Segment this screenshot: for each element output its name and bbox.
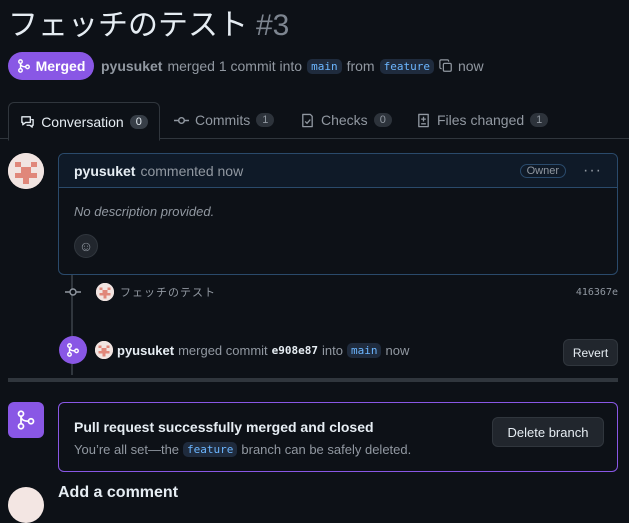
merged-subtitle: You’re all set—the feature branch can be…	[74, 442, 411, 457]
commit-icon	[65, 288, 81, 296]
avatar[interactable]	[96, 283, 114, 301]
head-branch-label[interactable]: feature	[379, 58, 434, 74]
tab-commits-count: 1	[256, 113, 275, 127]
tab-files-changed-label: Files changed	[437, 112, 525, 128]
tab-conversation[interactable]: Conversation 0	[8, 102, 160, 141]
merge-event: pyusuket merged commit e908e87 into main…	[95, 339, 409, 361]
comment-author-link[interactable]: pyusuket	[74, 163, 135, 179]
pr-title-text: フェッチのテスト	[8, 8, 248, 43]
identicon-image	[95, 341, 113, 359]
git-merge-icon	[17, 410, 35, 430]
merged-status-box: Pull request successfully merged and clo…	[58, 402, 618, 472]
merged-status-icon	[8, 402, 44, 438]
merged-title: Pull request successfully merged and clo…	[74, 419, 374, 435]
kebab-menu-icon[interactable]: ···	[583, 162, 602, 180]
pr-time: now	[457, 58, 484, 74]
tab-commits[interactable]: Commits 1	[174, 102, 275, 138]
avatar[interactable]	[8, 153, 44, 189]
revert-button[interactable]: Revert	[563, 339, 618, 366]
merged-status-label: Merged	[35, 58, 86, 74]
copy-icon[interactable]	[439, 59, 453, 73]
merge-time: now	[385, 342, 410, 358]
git-merge-icon	[17, 59, 30, 73]
tab-files-changed[interactable]: Files changed 1	[416, 102, 549, 138]
merge-commit-sha-link[interactable]: e908e87	[272, 344, 318, 357]
add-comment-heading: Add a comment	[58, 484, 179, 501]
tab-checks[interactable]: Checks 0	[300, 102, 392, 138]
merge-author-link[interactable]: pyusuket	[117, 343, 174, 358]
pr-from-text: from	[346, 58, 375, 74]
comment-action: commented now	[140, 162, 244, 179]
delete-branch-button[interactable]: Delete branch	[492, 417, 604, 447]
base-branch-label[interactable]: main	[307, 58, 342, 74]
tab-commits-label: Commits	[195, 112, 251, 128]
tab-conversation-count: 0	[129, 114, 148, 129]
commit-row: フェッチのテスト 416367e	[62, 281, 618, 303]
comment-card: pyusuket commented now Owner ··· No desc…	[58, 153, 618, 275]
smiley-icon[interactable]: ☺	[74, 234, 98, 258]
avatar[interactable]	[8, 487, 44, 523]
commit-message-link[interactable]: フェッチのテスト	[120, 284, 216, 300]
commit-icon	[174, 116, 189, 124]
pr-author-link[interactable]: pyusuket	[101, 58, 162, 74]
merged-sub-suffix: branch can be safely deleted.	[241, 442, 412, 457]
tab-checks-count: 0	[373, 113, 392, 127]
tab-checks-label: Checks	[321, 112, 368, 128]
comment-body: No description provided.	[74, 204, 215, 219]
git-merge-icon	[67, 343, 79, 357]
identicon-image	[8, 153, 44, 189]
merge-into: into	[322, 342, 343, 358]
pr-meta: pyusuket merged 1 commit into main from …	[101, 54, 484, 78]
merged-status-badge: Merged	[8, 52, 94, 80]
owner-badge: Owner	[519, 163, 567, 178]
merge-event-icon	[59, 336, 87, 364]
merged-sub-prefix: You’re all set—the	[74, 442, 180, 457]
merge-branch-label[interactable]: main	[346, 342, 382, 358]
pr-title: フェッチのテスト #3	[8, 6, 289, 46]
commit-sha-link[interactable]: 416367e	[576, 287, 618, 298]
tab-conversation-label: Conversation	[41, 113, 124, 130]
comment-icon	[21, 116, 34, 128]
merged-branch-label[interactable]: feature	[183, 442, 238, 457]
checklist-icon	[302, 113, 313, 127]
file-diff-icon	[418, 113, 429, 127]
timeline-divider	[8, 378, 618, 382]
pr-tabs: Conversation 0 Commits 1 Checks 0 Files …	[0, 102, 629, 141]
identicon-image	[96, 283, 114, 301]
pr-merge-text: merged 1 commit into	[167, 58, 303, 74]
merge-action: merged commit	[178, 342, 268, 358]
avatar[interactable]	[95, 341, 113, 359]
comment-header: pyusuket commented now Owner ···	[59, 154, 617, 188]
tab-files-changed-count: 1	[530, 113, 549, 127]
pr-number: #3	[256, 9, 290, 42]
